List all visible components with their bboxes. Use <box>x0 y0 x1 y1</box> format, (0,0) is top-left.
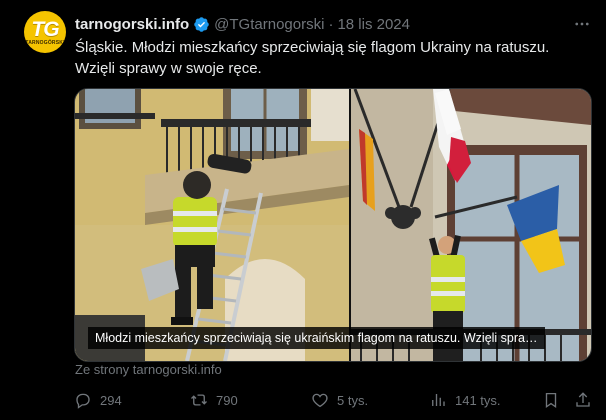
media-card[interactable]: Młodzi mieszkańcy sprzeciwiają się ukrai… <box>74 88 592 362</box>
media-caption: Młodzi mieszkańcy sprzeciwiają się ukrai… <box>88 327 545 349</box>
views-button[interactable]: 141 tys. <box>429 388 501 412</box>
views-icon <box>432 394 445 406</box>
verified-badge-icon <box>194 16 209 32</box>
avatar[interactable]: TG TARNOGÓRSKI <box>24 11 66 53</box>
action-bar: 294 790 5 tys. 141 tys. <box>74 388 590 412</box>
account-handle[interactable]: @TGtarnogorski <box>214 16 324 33</box>
post-text-line: Śląskie. Młodzi mieszkańcy sprzeciwiają … <box>75 39 550 56</box>
share-icon <box>576 392 590 407</box>
bookmark-icon <box>545 392 557 409</box>
account-name[interactable]: tarnogorski.info <box>75 16 189 33</box>
like-count: 5 tys. <box>337 392 369 408</box>
more-options-button[interactable] <box>572 14 592 34</box>
share-button[interactable] <box>574 388 600 412</box>
post: TG TARNOGÓRSKI tarnogorski.info @TGtarno… <box>0 0 606 420</box>
like-icon <box>312 393 328 408</box>
link-source[interactable]: Ze strony tarnogorski.info <box>75 362 222 377</box>
repost-button[interactable]: 790 <box>190 388 238 412</box>
repost-count: 790 <box>216 392 238 408</box>
photo-right <box>351 89 591 361</box>
avatar-logo-mark: TG <box>31 18 59 41</box>
reply-button[interactable]: 294 <box>74 388 122 412</box>
reply-count: 294 <box>100 392 122 408</box>
post-header: tarnogorski.info @TGtarnogorski · 18 lis… <box>75 14 410 34</box>
avatar-logo-subtext: TARNOGÓRSKI <box>25 40 65 46</box>
post-text: Śląskie. Młodzi mieszkańcy sprzeciwiają … <box>75 37 585 79</box>
repost-icon <box>191 394 207 406</box>
post-text-line: Wzięli sprawy w swoje ręce. <box>75 60 262 77</box>
more-options-icon <box>575 22 589 26</box>
views-count: 141 tys. <box>455 392 501 408</box>
photo-left <box>75 89 349 361</box>
bookmark-button[interactable] <box>542 388 568 412</box>
reply-icon <box>76 393 90 409</box>
post-date[interactable]: 18 lis 2024 <box>337 16 410 33</box>
like-button[interactable]: 5 tys. <box>311 388 368 412</box>
header-separator: · <box>328 15 334 33</box>
